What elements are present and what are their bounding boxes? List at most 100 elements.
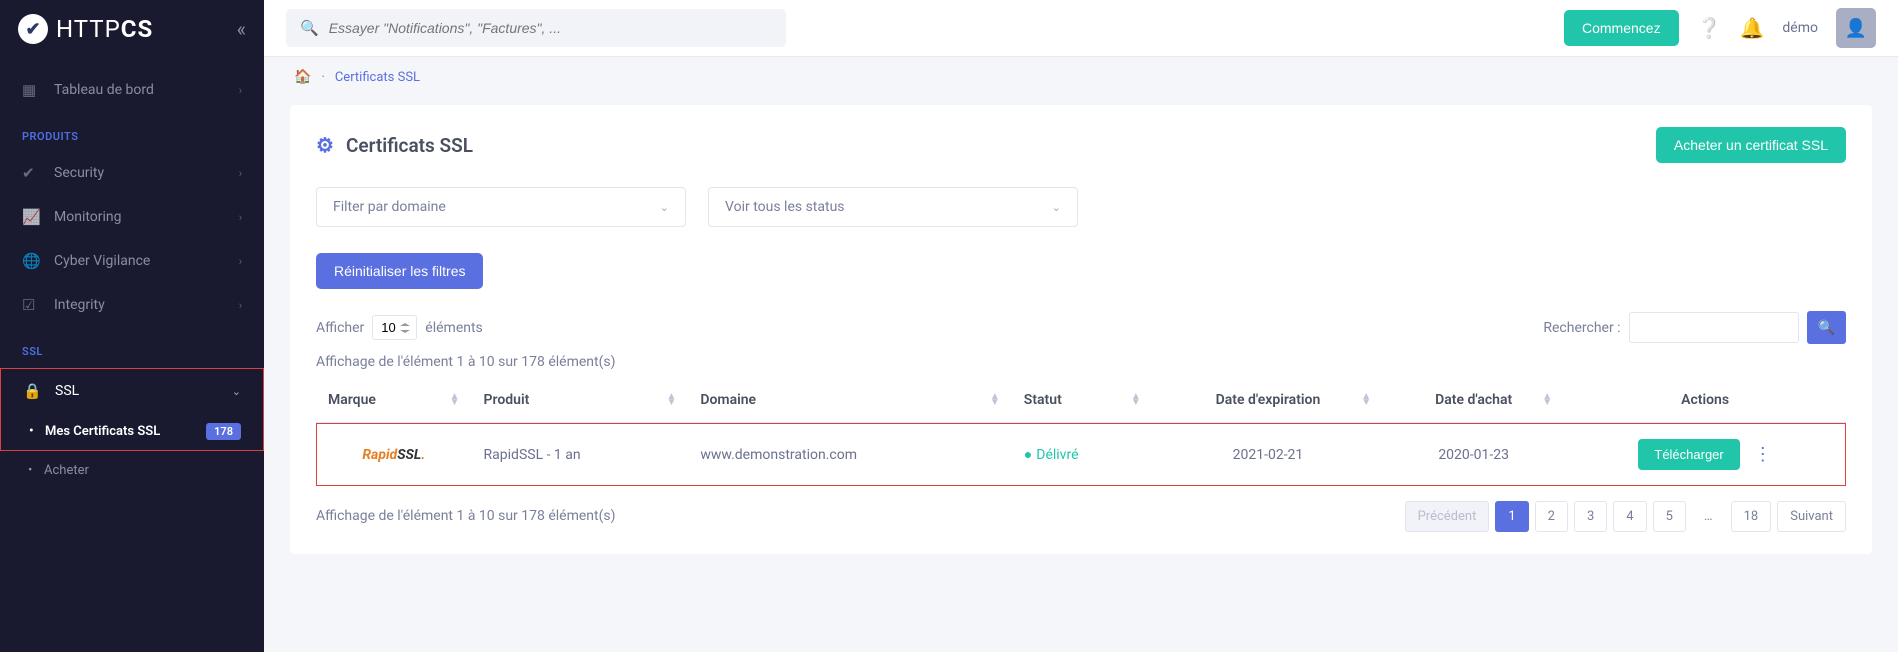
entries-select[interactable]: 10 (372, 315, 417, 340)
logo-text: HTTPCS (56, 15, 153, 43)
page-ellipsis: … (1692, 502, 1725, 531)
page-5[interactable]: 5 (1653, 501, 1686, 532)
sidebar-item-label: Integrity (54, 297, 105, 313)
help-icon[interactable]: ❔ (1697, 16, 1722, 40)
col-status[interactable]: Statut▲▼ (1012, 378, 1153, 423)
sidebar-sub-mes-certificats[interactable]: Mes Certificats SSL 178 (1, 413, 263, 450)
page-next[interactable]: Suivant (1777, 501, 1846, 532)
sidebar-section-ssl: SSL (0, 327, 264, 366)
sidebar-highlight: 🔒 SSL ⌄ Mes Certificats SSL 178 (0, 368, 264, 451)
search-input[interactable] (329, 20, 772, 36)
pagination: Précédent 1 2 3 4 5 … 18 Suivant (1405, 501, 1846, 532)
sidebar-item-monitoring[interactable]: 📈 Monitoring › (0, 195, 264, 239)
caret-down-icon: ⌄ (660, 201, 669, 214)
sidebar-item-label: Monitoring (54, 209, 122, 225)
panel-header: ⚙ Certificats SSL Acheter un certificat … (316, 127, 1846, 163)
count-badge: 178 (206, 423, 241, 440)
breadcrumb: 🏠 · Certificats SSL (264, 57, 1898, 97)
grid-icon: ▦ (22, 81, 40, 99)
table-search-button[interactable]: 🔍 (1807, 311, 1846, 344)
sort-icon: ▲▼ (666, 394, 676, 406)
chevron-right-icon: › (239, 167, 242, 180)
search-icon: 🔍 (300, 19, 319, 37)
table-footer: Affichage de l'élément 1 à 10 sur 178 él… (316, 500, 1846, 532)
sort-icon: ▲▼ (1542, 394, 1552, 406)
avatar[interactable]: 👤 (1836, 8, 1876, 48)
page-last[interactable]: 18 (1731, 501, 1772, 532)
cell-domain: www.demonstration.com (688, 423, 1011, 487)
cell-product: RapidSSL - 1 an (472, 423, 689, 487)
commence-button[interactable]: Commencez (1564, 10, 1679, 46)
page-4[interactable]: 4 (1613, 501, 1646, 532)
sidebar-item-label: Tableau de bord (54, 82, 154, 98)
filter-status-select[interactable]: Voir tous les status ⌄ (708, 187, 1078, 227)
sidebar-item-cyber-vigilance[interactable]: 🌐 Cyber Vigilance › (0, 239, 264, 283)
sidebar-sub-label: Acheter (44, 463, 89, 478)
topbar-right: Commencez ❔ 🔔 démo 👤 (1564, 8, 1876, 48)
lock-icon: 🔒 (23, 382, 41, 400)
page-3[interactable]: 3 (1574, 501, 1607, 532)
caret-down-icon: ⌄ (1052, 201, 1061, 214)
sidebar-sub-label: Mes Certificats SSL (45, 424, 160, 439)
more-vertical-icon[interactable]: ⋮ (1754, 444, 1772, 465)
col-domain[interactable]: Domaine▲▼ (688, 378, 1011, 423)
chevron-right-icon: › (239, 299, 242, 312)
chevron-right-icon: › (239, 211, 242, 224)
table-info-bottom: Affichage de l'élément 1 à 10 sur 178 él… (316, 508, 616, 524)
sidebar-item-label: SSL (55, 383, 79, 399)
cell-status: ●Délivré (1012, 423, 1153, 487)
bell-icon[interactable]: 🔔 (1740, 16, 1765, 40)
certificates-table: Marque▲▼ Produit▲▼ Domaine▲▼ Statut▲▼ Da… (316, 378, 1846, 486)
select-label: Filter par domaine (333, 199, 446, 215)
check-square-icon: ☑ (22, 296, 40, 314)
global-search[interactable]: 🔍 (286, 9, 786, 47)
filters-row: Filter par domaine ⌄ Voir tous les statu… (316, 187, 1846, 227)
col-purchase[interactable]: Date d'achat▲▼ (1383, 378, 1564, 423)
search-label: Rechercher : (1543, 320, 1620, 336)
sidebar-item-integrity[interactable]: ☑ Integrity › (0, 283, 264, 327)
page-prev[interactable]: Précédent (1405, 501, 1490, 532)
sidebar-sub-acheter[interactable]: Acheter (0, 453, 264, 488)
sidebar-item-security[interactable]: ✔ Security › (0, 151, 264, 195)
sort-icon: ▲▼ (1361, 394, 1371, 406)
breadcrumb-current[interactable]: Certificats SSL (335, 70, 420, 85)
col-expiration[interactable]: Date d'expiration▲▼ (1153, 378, 1383, 423)
entries-selector: Afficher 10 éléments (316, 315, 483, 340)
table-row: RapidSSL. RapidSSL - 1 an www.demonstrat… (316, 423, 1846, 487)
breadcrumb-separator: · (321, 70, 324, 85)
download-button[interactable]: Télécharger (1638, 439, 1739, 470)
col-actions: Actions (1564, 378, 1846, 423)
table-controls: Afficher 10 éléments Rechercher : 🔍 (316, 311, 1846, 344)
sort-icon: ▲▼ (450, 394, 460, 406)
select-label: Voir tous les status (725, 199, 845, 215)
logo[interactable]: ✔ HTTPCS (18, 14, 153, 44)
cell-brand: RapidSSL. (316, 423, 472, 487)
buy-certificate-button[interactable]: Acheter un certificat SSL (1656, 127, 1846, 163)
sort-icon: ▲▼ (990, 394, 1000, 406)
page-2[interactable]: 2 (1535, 501, 1568, 532)
sidebar-collapse-button[interactable]: « (237, 17, 246, 41)
chart-icon: 📈 (22, 208, 40, 226)
sidebar-item-label: Security (54, 165, 104, 181)
page-title: ⚙ Certificats SSL (316, 133, 473, 157)
main: 🔍 Commencez ❔ 🔔 démo 👤 🏠 · Certificats S… (264, 0, 1898, 652)
filter-domain-select[interactable]: Filter par domaine ⌄ (316, 187, 686, 227)
home-icon[interactable]: 🏠 (294, 69, 311, 85)
sidebar-item-ssl[interactable]: 🔒 SSL ⌄ (1, 369, 263, 413)
col-product[interactable]: Produit▲▼ (472, 378, 689, 423)
table-search-input[interactable] (1629, 312, 1799, 343)
chevron-right-icon: › (239, 84, 242, 97)
sidebar-item-label: Cyber Vigilance (54, 253, 150, 269)
page-1[interactable]: 1 (1495, 501, 1528, 532)
cell-expiration: 2021-02-21 (1153, 423, 1383, 487)
chevron-right-icon: › (239, 255, 242, 268)
status-dot-icon: ● (1024, 447, 1032, 463)
col-brand[interactable]: Marque▲▼ (316, 378, 472, 423)
user-label: démo (1782, 20, 1818, 36)
logo-icon: ✔ (18, 14, 48, 44)
nav: ▦ Tableau de bord › PRODUITS ✔ Security … (0, 58, 264, 488)
sidebar-item-dashboard[interactable]: ▦ Tableau de bord › (0, 68, 264, 112)
table-search: Rechercher : 🔍 (1543, 311, 1846, 344)
reset-filters-button[interactable]: Réinitialiser les filtres (316, 253, 483, 289)
topbar: 🔍 Commencez ❔ 🔔 démo 👤 (264, 0, 1898, 57)
